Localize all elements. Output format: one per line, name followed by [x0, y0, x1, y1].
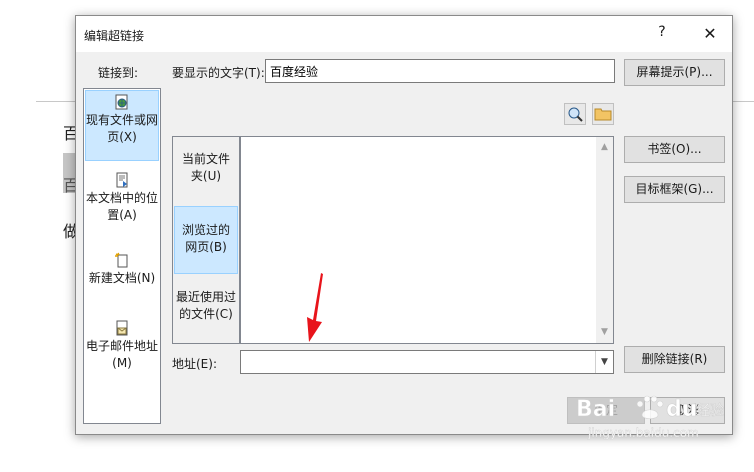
link-to-label: 链接到: — [98, 66, 139, 80]
target-frame-button[interactable]: 目标框架(G)... — [624, 176, 725, 203]
close-button[interactable]: ✕ — [698, 22, 722, 46]
look-in-item-label: 的文件(C) — [179, 307, 233, 321]
document-place-icon — [116, 172, 128, 188]
link-to-item-label: 新建文档(N) — [88, 271, 156, 285]
bookmark-button[interactable]: 书签(O)... — [624, 136, 725, 163]
recent-files-tab[interactable]: 最近使用过 的文件(C) — [174, 289, 238, 329]
vertical-scrollbar[interactable]: ▲ ▼ — [596, 137, 613, 343]
scroll-down-icon[interactable]: ▼ — [596, 324, 613, 341]
file-list[interactable]: ▲ ▼ — [240, 136, 614, 344]
link-to-item-label: 本文档中的位 — [85, 191, 158, 205]
screentip-button[interactable]: 屏幕提示(P)... — [624, 59, 725, 86]
dialog-title: 编辑超链接 — [84, 29, 145, 43]
display-text-label: 要显示的文字(T): — [172, 66, 265, 80]
look-in-item-label: 当前文件 — [181, 152, 230, 166]
current-folder-tab[interactable]: 当前文件 夹(U) — [174, 151, 238, 191]
address-label: 地址(E): — [172, 357, 217, 371]
browse-file-button[interactable] — [592, 103, 614, 125]
link-to-item-label: 页(X) — [107, 130, 137, 144]
browsed-pages-tab[interactable]: 浏览过的 网页(B) — [174, 206, 238, 274]
document-rule — [733, 101, 754, 102]
scroll-up-icon[interactable]: ▲ — [596, 139, 613, 156]
email-icon — [116, 320, 128, 336]
baidu-watermark-icon: Bai du 经验 jingyan.baidu.com — [576, 395, 724, 440]
edit-hyperlink-dialog: 编辑超链接 ? ✕ 链接到: 要显示的文字(T): 屏幕提示(P)... 现有文… — [75, 15, 733, 435]
address-input[interactable] — [241, 351, 589, 373]
folder-icon — [594, 108, 612, 121]
link-to-panel: 现有文件或网 页(X) 本文档中的位 置(A) 新建文档(N) 电子邮件地址 (… — [83, 88, 161, 424]
link-to-item-label: 电子邮件地址 — [85, 339, 158, 353]
new-document-icon — [115, 252, 128, 268]
link-to-item-label: 置(A) — [107, 208, 137, 222]
look-in-item-label: 夹(U) — [190, 169, 222, 183]
link-to-email-address[interactable]: 电子邮件地址 (M) — [85, 317, 159, 377]
link-to-existing-file[interactable]: 现有文件或网 页(X) — [85, 90, 159, 161]
remove-link-button[interactable]: 删除链接(R) — [624, 346, 725, 373]
link-to-new-document[interactable]: 新建文档(N) — [85, 249, 159, 293]
chevron-down-icon[interactable]: ▼ — [595, 351, 613, 373]
document-rule — [36, 101, 76, 102]
browse-web-button[interactable] — [564, 103, 586, 125]
look-in-item-label: 最近使用过 — [175, 290, 236, 304]
globe-file-icon — [115, 94, 128, 110]
link-to-place-in-document[interactable]: 本文档中的位 置(A) — [85, 169, 159, 229]
look-in-item-label: 浏览过的 — [181, 223, 230, 237]
dialog-titlebar[interactable]: 编辑超链接 ? ✕ — [76, 16, 732, 52]
link-to-item-label: 现有文件或网 — [86, 113, 159, 127]
link-to-item-label: (M) — [112, 356, 132, 370]
look-in-item-label: 网页(B) — [185, 240, 227, 254]
svg-text:du: du — [666, 397, 697, 422]
address-combobox[interactable]: ▼ — [240, 350, 614, 374]
svg-text:经验: 经验 — [696, 403, 724, 419]
help-button[interactable]: ? — [652, 24, 672, 44]
display-text-input[interactable] — [265, 59, 615, 83]
annotation-arrow-icon — [307, 273, 323, 342]
look-in-panel: 当前文件 夹(U) 浏览过的 网页(B) 最近使用过 的文件(C) — [172, 136, 240, 344]
browse-web-icon — [568, 107, 583, 122]
svg-text:Bai: Bai — [576, 397, 615, 422]
watermark-url: jingyan.baidu.com — [587, 426, 699, 440]
